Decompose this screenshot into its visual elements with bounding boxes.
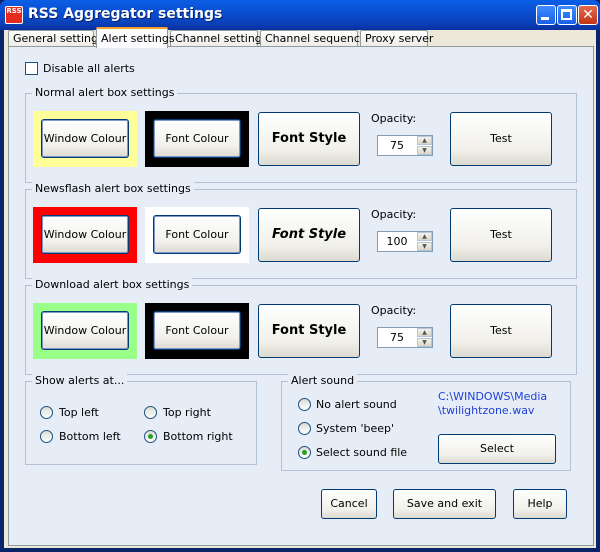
tab-channel-sequence[interactable]: Channel sequence xyxy=(260,30,367,47)
system-beep-label: System 'beep' xyxy=(316,422,395,435)
window-colour-button[interactable]: Window Colour xyxy=(41,215,129,254)
font-colour-button[interactable]: Font Colour xyxy=(153,215,241,254)
opacity-label: Opacity: xyxy=(371,112,417,125)
opacity-value[interactable]: 100 xyxy=(378,232,416,251)
tab-proxy-server[interactable]: Proxy server xyxy=(360,30,433,47)
close-icon: ✕ xyxy=(582,7,594,23)
save-and-exit-button[interactable]: Save and exit xyxy=(393,489,496,519)
bottom-left-label: Bottom left xyxy=(59,430,121,443)
radio-bottom-left[interactable] xyxy=(40,430,53,443)
dialog-body: General settings Alert settings Channel … xyxy=(4,27,596,548)
font-style-button[interactable]: Font Style xyxy=(258,208,360,262)
font-colour-swatch: Font Colour xyxy=(145,111,249,167)
radio-system-beep[interactable] xyxy=(298,422,311,435)
disable-all-alerts-checkbox[interactable] xyxy=(25,62,38,75)
font-colour-button[interactable]: Font Colour xyxy=(153,311,241,350)
disable-all-alerts-label: Disable all alerts xyxy=(43,62,135,75)
spin-up-icon[interactable]: ▲ xyxy=(417,232,432,241)
font-style-button[interactable]: Font Style xyxy=(258,112,360,166)
rss-icon: RSS xyxy=(5,6,23,24)
top-left-label: Top left xyxy=(59,406,99,419)
top-right-label: Top right xyxy=(163,406,211,419)
test-button[interactable]: Test xyxy=(450,112,552,166)
select-sound-button[interactable]: Select xyxy=(438,434,556,464)
font-colour-button[interactable]: Font Colour xyxy=(153,119,241,158)
normal-alert-group: Normal alert box settings Window Colour … xyxy=(25,86,577,183)
test-button[interactable]: Test xyxy=(450,208,552,262)
select-sound-file-label: Select sound file xyxy=(316,446,408,459)
close-button[interactable]: ✕ xyxy=(578,5,598,25)
window-title: RSS Aggregator settings xyxy=(28,6,223,22)
newsflash-alert-group: Newsflash alert box settings Window Colo… xyxy=(25,182,577,279)
tab-alert-settings[interactable]: Alert settings xyxy=(96,27,175,48)
alert-sound-group: Alert sound No alert sound System 'beep'… xyxy=(281,374,571,471)
font-colour-swatch: Font Colour xyxy=(145,207,249,263)
group-title: Download alert box settings xyxy=(32,278,193,291)
window-colour-swatch: Window Colour xyxy=(33,207,137,263)
group-title: Show alerts at... xyxy=(32,374,128,387)
opacity-spinner[interactable]: 75 ▲ ▼ xyxy=(377,327,433,348)
group-title: Alert sound xyxy=(288,374,358,387)
window-colour-swatch: Window Colour xyxy=(33,303,137,359)
settings-window: RSS RSS Aggregator settings ✕ General se… xyxy=(0,0,600,552)
spin-up-icon[interactable]: ▲ xyxy=(417,328,432,337)
spin-down-icon[interactable]: ▼ xyxy=(417,338,432,347)
group-title: Newsflash alert box settings xyxy=(32,182,194,195)
window-colour-button[interactable]: Window Colour xyxy=(41,311,129,350)
alert-settings-page: Disable all alerts Normal alert box sett… xyxy=(8,46,594,546)
maximize-icon xyxy=(561,9,572,20)
tab-general-settings[interactable]: General settings xyxy=(8,30,104,47)
radio-select-sound-file[interactable] xyxy=(298,446,311,459)
group-title: Normal alert box settings xyxy=(32,86,178,99)
spin-up-icon[interactable]: ▲ xyxy=(417,136,432,145)
help-button[interactable]: Help xyxy=(513,489,567,519)
tab-channel-settings[interactable]: Channel settings xyxy=(170,30,268,47)
sound-file-path-line1: C:\WINDOWS\Media xyxy=(438,390,548,403)
opacity-value[interactable]: 75 xyxy=(378,328,416,347)
font-style-button[interactable]: Font Style xyxy=(258,304,360,358)
radio-top-left[interactable] xyxy=(40,406,53,419)
sound-file-path-line2: \twilightzone.wav xyxy=(438,404,535,417)
radio-no-alert-sound[interactable] xyxy=(298,398,311,411)
maximize-button[interactable] xyxy=(557,5,577,25)
no-alert-sound-label: No alert sound xyxy=(316,398,397,411)
bottom-right-label: Bottom right xyxy=(163,430,233,443)
window-colour-button[interactable]: Window Colour xyxy=(41,119,129,158)
spin-down-icon[interactable]: ▼ xyxy=(417,242,432,251)
spin-down-icon[interactable]: ▼ xyxy=(417,146,432,155)
minimize-button[interactable] xyxy=(536,5,556,25)
show-alerts-group: Show alerts at... Top left Top right Bot… xyxy=(25,374,257,465)
opacity-value[interactable]: 75 xyxy=(378,136,416,155)
minimize-icon xyxy=(541,17,549,20)
radio-bottom-right[interactable] xyxy=(144,430,157,443)
cancel-button[interactable]: Cancel xyxy=(321,489,377,519)
title-bar[interactable]: RSS RSS Aggregator settings ✕ xyxy=(0,0,600,30)
test-button[interactable]: Test xyxy=(450,304,552,358)
font-colour-swatch: Font Colour xyxy=(145,303,249,359)
opacity-spinner[interactable]: 75 ▲ ▼ xyxy=(377,135,433,156)
radio-top-right[interactable] xyxy=(144,406,157,419)
download-alert-group: Download alert box settings Window Colou… xyxy=(25,278,577,375)
opacity-label: Opacity: xyxy=(371,304,417,317)
opacity-spinner[interactable]: 100 ▲ ▼ xyxy=(377,231,433,252)
opacity-label: Opacity: xyxy=(371,208,417,221)
window-colour-swatch: Window Colour xyxy=(33,111,137,167)
